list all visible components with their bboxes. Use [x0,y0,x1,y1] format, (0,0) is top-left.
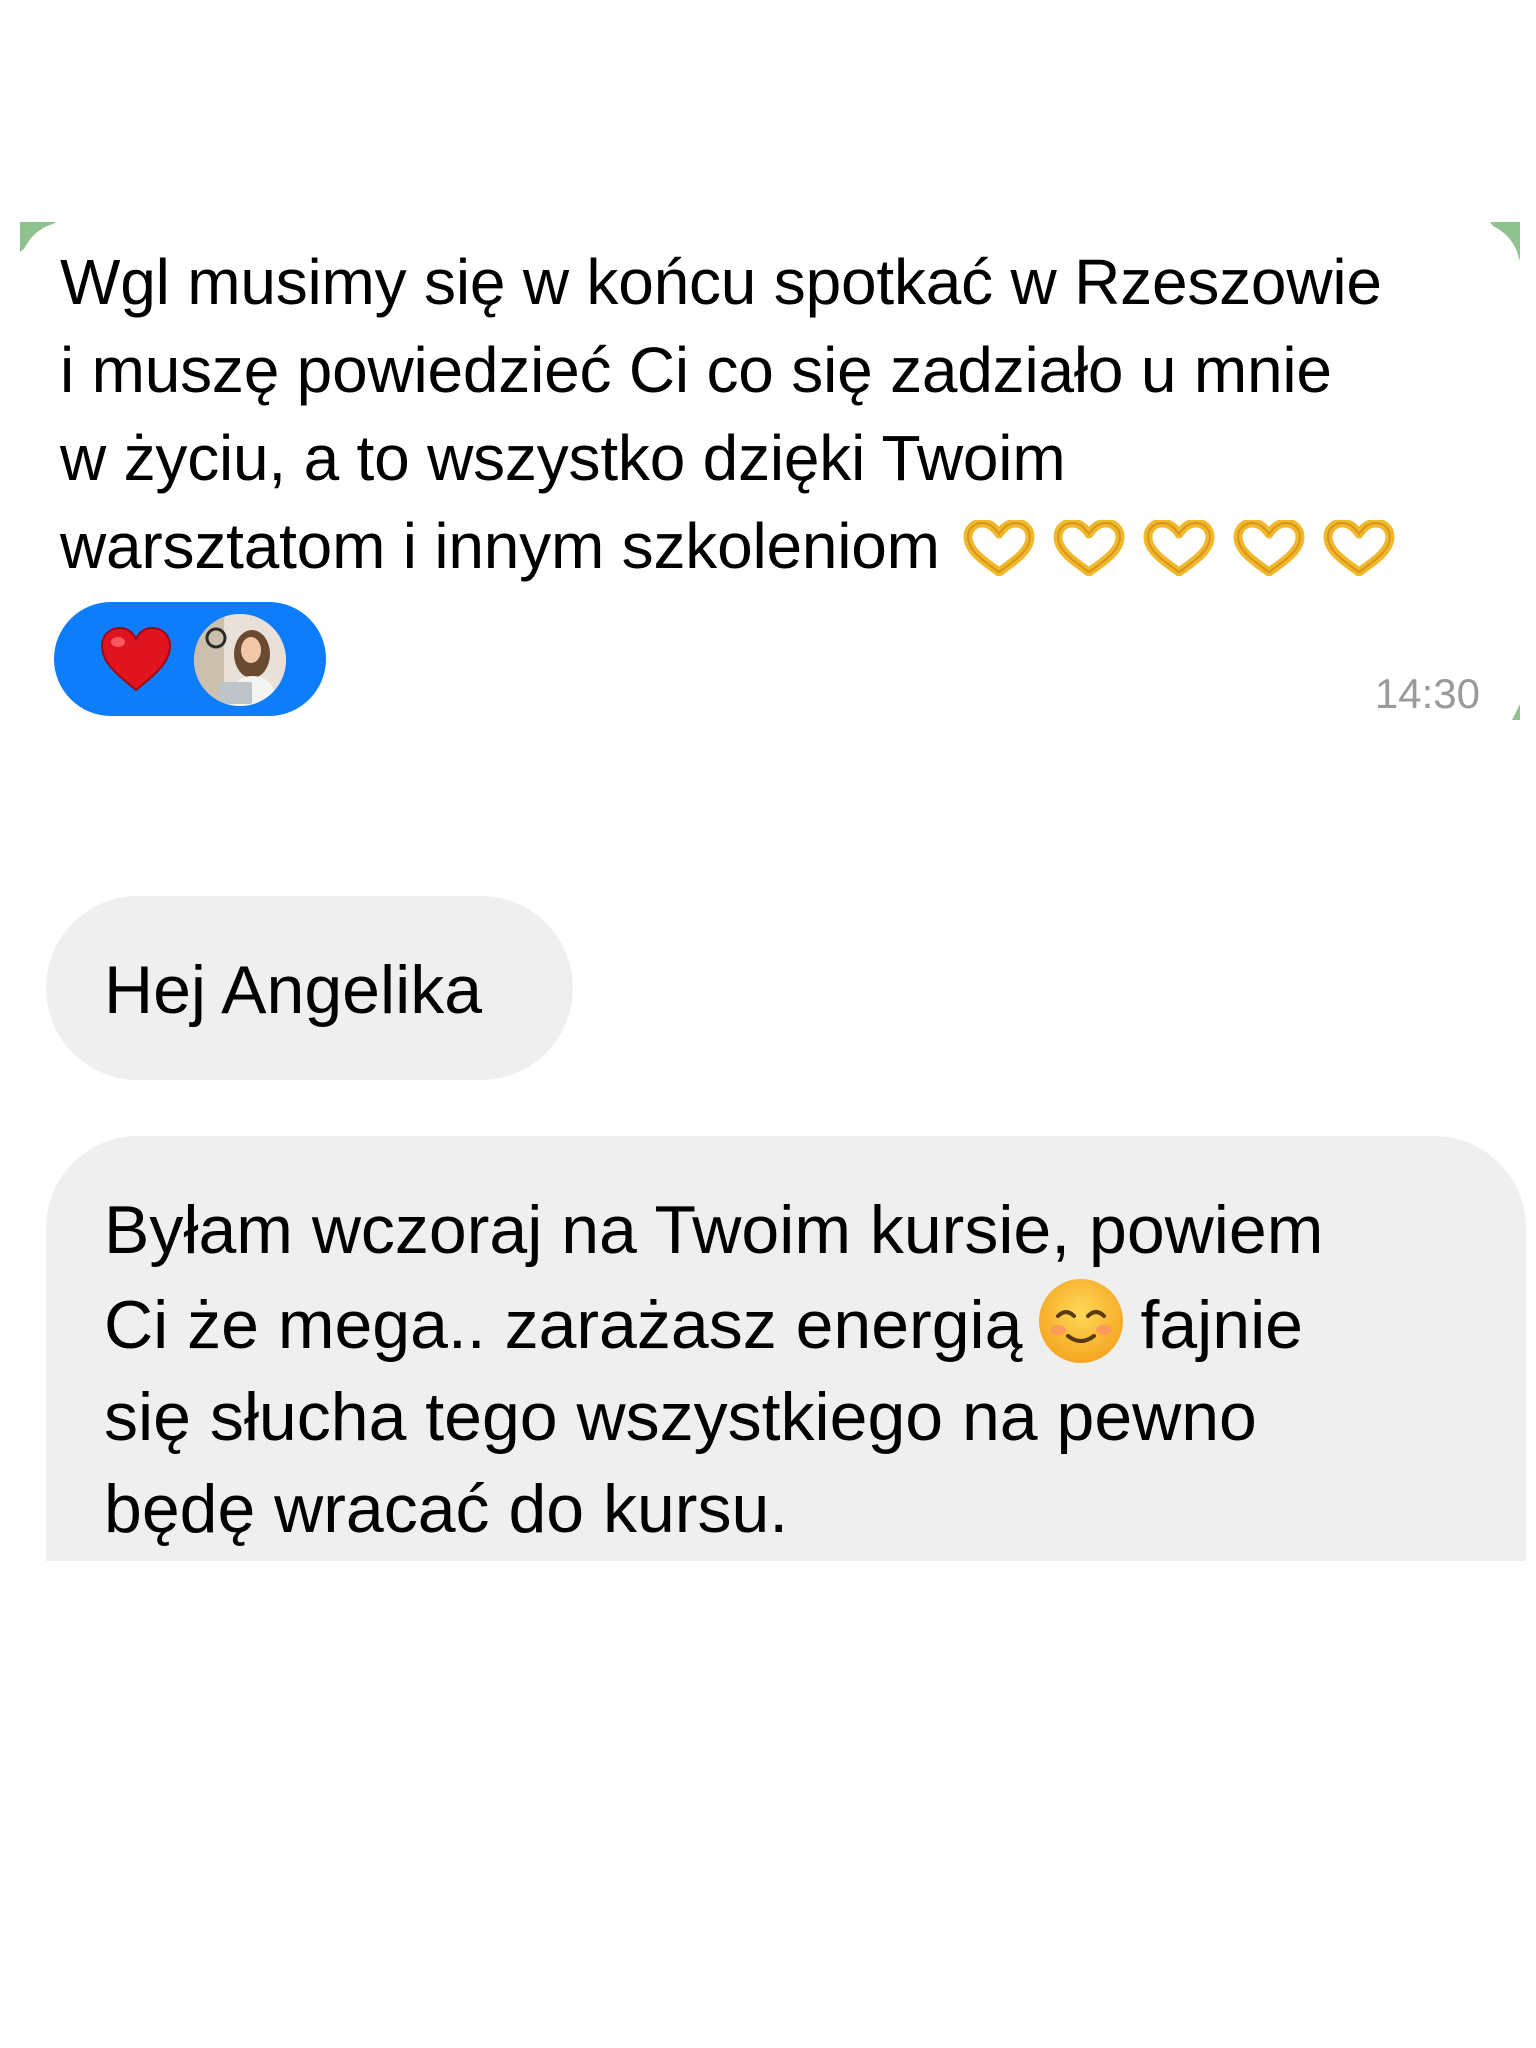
message-1-line-1: Wgl musimy się w końcu spotkać w Rzeszow… [60,246,1382,318]
heart-hands-icon [1053,520,1125,576]
message-3-line-2a: Ci że mega.. zarażasz energią [104,1287,1023,1363]
reaction-pill[interactable] [54,602,326,716]
avatar [194,614,286,706]
smiling-face-icon [1039,1279,1124,1363]
heart-hands-icon [1143,520,1215,576]
heart-hands-icon [1323,520,1395,576]
avatar-woman-image [194,614,286,706]
heart-hands-icon [1233,520,1305,576]
chat-screenshot: Wgl musimy się w końcu spotkać w Rzeszow… [0,0,1536,2048]
heart-hands-icon [963,520,1035,576]
message-text-1: Wgl musimy się w końcu spotkać w Rzeszow… [60,238,1500,590]
message-text-3: Byłam wczoraj na Twoim kursie, powiem Ci… [104,1184,1514,1555]
message-3-line-3: się słucha tego wszystkiego na pewno [104,1379,1257,1455]
message-text-2: Hej Angelika [104,952,483,1028]
message-timestamp: 14:30 [1374,670,1480,717]
message-1-line-4: warsztatom i innym szkoleniom [60,510,940,582]
message-1-line-2: i muszę powiedzieć Ci co się zadziało u … [60,334,1332,406]
message-1-line-3: w życiu, a to wszystko dzięki Twoim [60,422,1066,494]
bubble-corner-bottom-right [1512,704,1520,720]
message-3-line-2b: fajnie [1140,1287,1303,1363]
message-3-line-1: Byłam wczoraj na Twoim kursie, powiem [104,1192,1324,1268]
red-heart-icon [100,626,172,692]
heart-hands-emoji-row [940,510,1396,582]
message-3-line-4: będę wracać do kursu. [104,1471,789,1547]
